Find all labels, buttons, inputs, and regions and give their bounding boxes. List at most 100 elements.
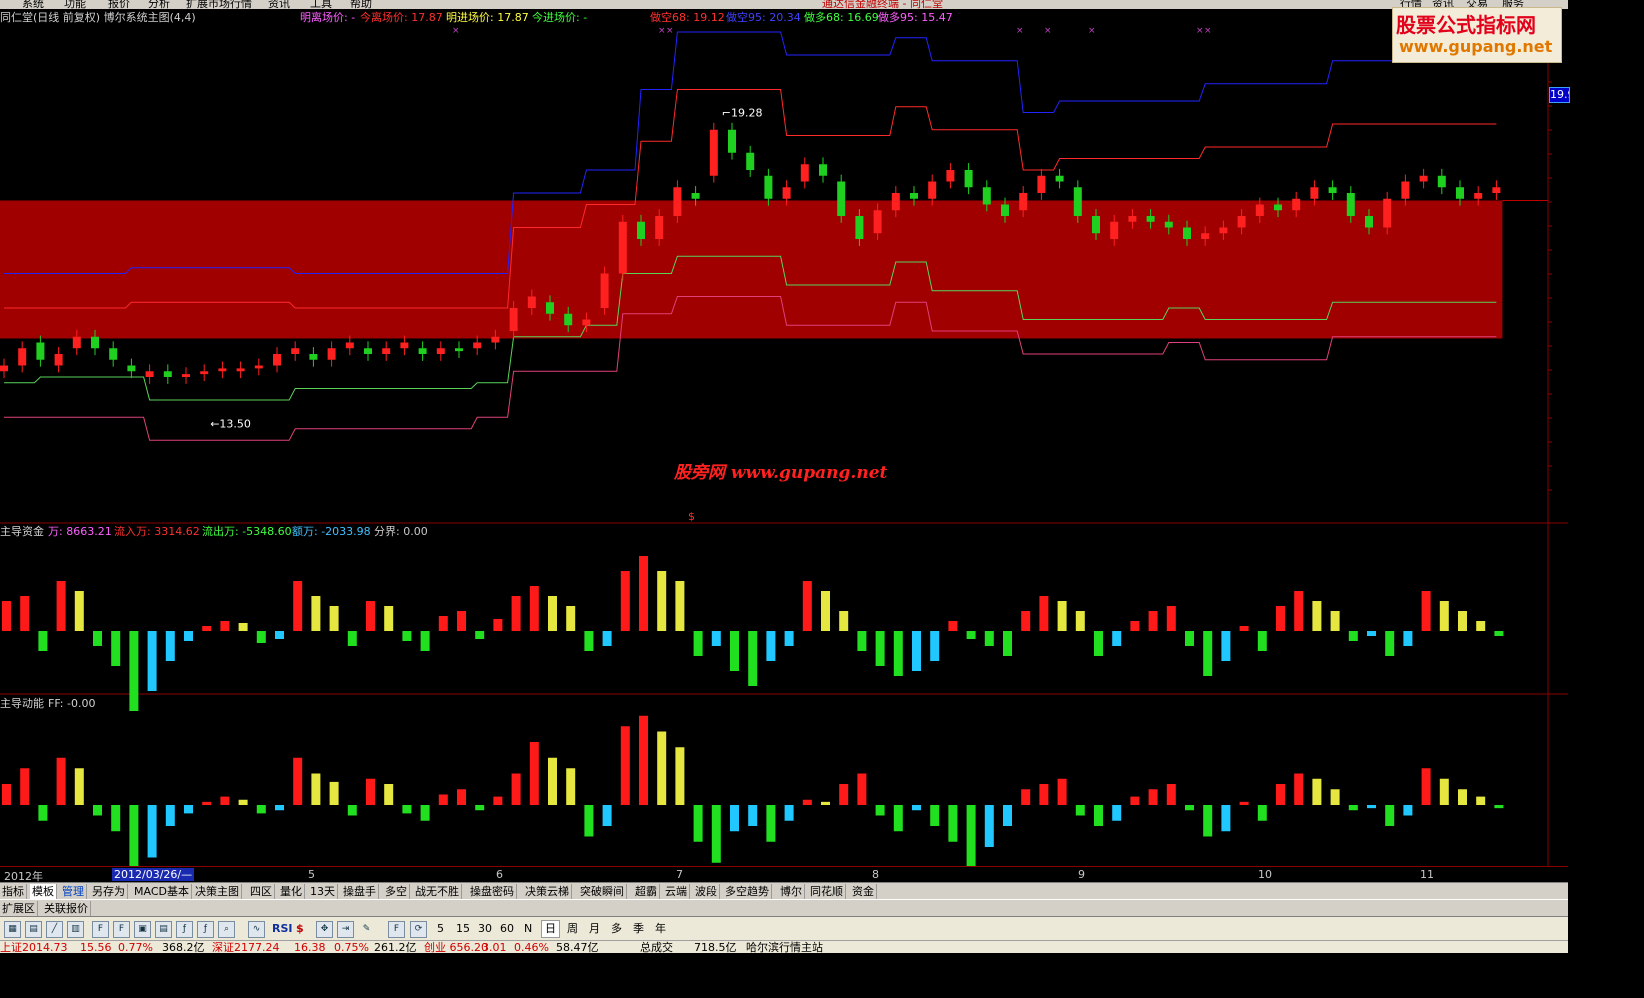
fund-flow-bar: [1385, 631, 1395, 656]
fund-flow-bar: [857, 631, 867, 651]
menu-item[interactable]: 资讯: [268, 0, 290, 9]
tab-item[interactable]: 多空趋势: [723, 884, 772, 899]
period-15[interactable]: 15: [456, 921, 470, 937]
document-icon[interactable]: ▣: [134, 921, 151, 938]
period-week[interactable]: 周: [567, 921, 578, 937]
wave-icon[interactable]: ∿: [248, 921, 265, 938]
tab-item[interactable]: 云端: [663, 884, 690, 899]
tab-item[interactable]: 13天: [308, 884, 338, 899]
tab-item[interactable]: 量化: [278, 884, 305, 899]
header-field: 今离场价: 17.87: [360, 11, 443, 24]
period-5[interactable]: 5: [437, 921, 444, 937]
tab-item[interactable]: 决策主图: [193, 884, 242, 899]
period-month[interactable]: 月: [589, 921, 600, 937]
momentum-bar: [802, 799, 812, 805]
tab-item[interactable]: 指标: [0, 884, 27, 899]
tab-item[interactable]: 操盘手: [341, 884, 379, 899]
fund-flow-bar: [1458, 611, 1467, 631]
status-item: 上证2014.73: [0, 941, 68, 953]
fund-flow-bar: [657, 571, 667, 631]
dollar-marker: $: [688, 510, 695, 523]
header-field: 做空68: 19.12: [650, 11, 725, 24]
f10-icon[interactable]: F: [92, 921, 109, 938]
dollar-icon[interactable]: $: [296, 921, 304, 937]
tab-item[interactable]: 多空: [383, 884, 410, 899]
momentum-bar: [566, 768, 576, 805]
rsi-button[interactable]: RSI: [272, 921, 293, 937]
status-bar: 上证2014.73 15.56 0.77% 368.2亿 深证2177.24 16.38 0…: [0, 940, 1568, 953]
refresh-icon[interactable]: ⟳: [410, 921, 427, 938]
tab-item[interactable]: 操盘密码: [468, 884, 517, 899]
fund-flow-bar: [1130, 621, 1140, 631]
candle: [1092, 216, 1100, 234]
menu-item[interactable]: 分析: [148, 0, 170, 9]
pencil-icon[interactable]: ✎: [358, 921, 375, 938]
f5-icon[interactable]: F: [388, 921, 405, 938]
tab-item[interactable]: 另存为: [90, 884, 128, 899]
fund-flow-bar: [20, 596, 30, 631]
tab-item[interactable]: 决策云梯: [523, 884, 572, 899]
status-item: 261.2亿: [374, 941, 417, 953]
tab-item[interactable]: 扩展区: [0, 901, 38, 916]
line-chart-icon[interactable]: ╱: [46, 921, 63, 938]
move-icon[interactable]: ✥: [316, 921, 333, 938]
menu-item[interactable]: 功能: [64, 0, 86, 9]
period-n[interactable]: N: [524, 921, 532, 937]
menu-bar: 系统 功能 报价 分析 扩展市场行情 资讯 工具 帮助 通达信金融终端 - 同仁堂 行情 资讯 交易服…: [0, 0, 1568, 9]
tab-item[interactable]: MACD基本: [132, 884, 192, 899]
extension-tab-bar: 扩展区 关联报价: [0, 899, 1568, 917]
f10-detail-icon[interactable]: F: [113, 921, 130, 938]
fund-flow-bar: [1439, 601, 1449, 631]
period-30[interactable]: 30: [478, 921, 492, 937]
fund-flow-bar: [238, 623, 248, 631]
period-60[interactable]: 60: [500, 921, 514, 937]
menu-item[interactable]: 系统: [22, 0, 44, 9]
table-icon[interactable]: ▤: [25, 921, 42, 938]
fx-icon[interactable]: ƒ: [197, 921, 214, 938]
candle: [491, 336, 500, 343]
fund-flow-bar: [329, 606, 339, 631]
candle: [928, 181, 937, 199]
tab-item[interactable]: 战无不胜: [413, 884, 462, 899]
candle: [1310, 187, 1319, 199]
tab-item[interactable]: 关联报价: [42, 901, 91, 916]
tab-item[interactable]: 管理: [60, 884, 87, 899]
export-icon[interactable]: ⇥: [337, 921, 354, 938]
tab-item[interactable]: 同花顺: [808, 884, 846, 899]
momentum-bar: [857, 773, 867, 805]
grid-icon[interactable]: ▦: [4, 921, 21, 938]
chart-area[interactable]: ⌐19.28←13.50$× × × × × × × ×: [0, 9, 1568, 866]
menu-item[interactable]: 报价: [108, 0, 130, 9]
fund-flow-bar: [129, 631, 139, 711]
zoom-icon[interactable]: ⌕: [218, 921, 235, 938]
menu-item[interactable]: 工具: [310, 0, 332, 9]
period-day[interactable]: 日: [541, 920, 560, 938]
candle: [910, 193, 918, 199]
candle: [1401, 181, 1410, 199]
fund-flow-bar: [548, 596, 557, 631]
momentum-bar: [1021, 789, 1031, 805]
period-multi[interactable]: 多: [611, 921, 622, 937]
candle: [309, 354, 318, 360]
tab-item[interactable]: 资金: [850, 884, 877, 899]
candle: [436, 348, 445, 354]
menu-item[interactable]: 扩展市场行情: [186, 0, 252, 9]
notes-icon[interactable]: ▤: [155, 921, 172, 938]
tab-item[interactable]: 博尔: [778, 884, 805, 899]
tab-item[interactable]: 超霸: [633, 884, 660, 899]
bar-chart-icon[interactable]: ▥: [67, 921, 84, 938]
momentum-bar: [1385, 805, 1395, 826]
tab-item[interactable]: 波段: [693, 884, 720, 899]
candle: [764, 175, 773, 199]
momentum-bar: [475, 805, 485, 811]
tab-item[interactable]: 突破瞬间: [578, 884, 627, 899]
tab-item[interactable]: 四区: [248, 884, 275, 899]
tab-item[interactable]: 模板: [30, 884, 57, 899]
fund-flow-bar: [620, 571, 630, 631]
period-quarter[interactable]: 季: [633, 921, 644, 937]
period-year[interactable]: 年: [655, 921, 666, 937]
candle: [873, 210, 882, 234]
momentum-bar: [1421, 768, 1431, 805]
menu-item[interactable]: 帮助: [350, 0, 372, 9]
formula-icon[interactable]: ƒ: [176, 921, 193, 938]
